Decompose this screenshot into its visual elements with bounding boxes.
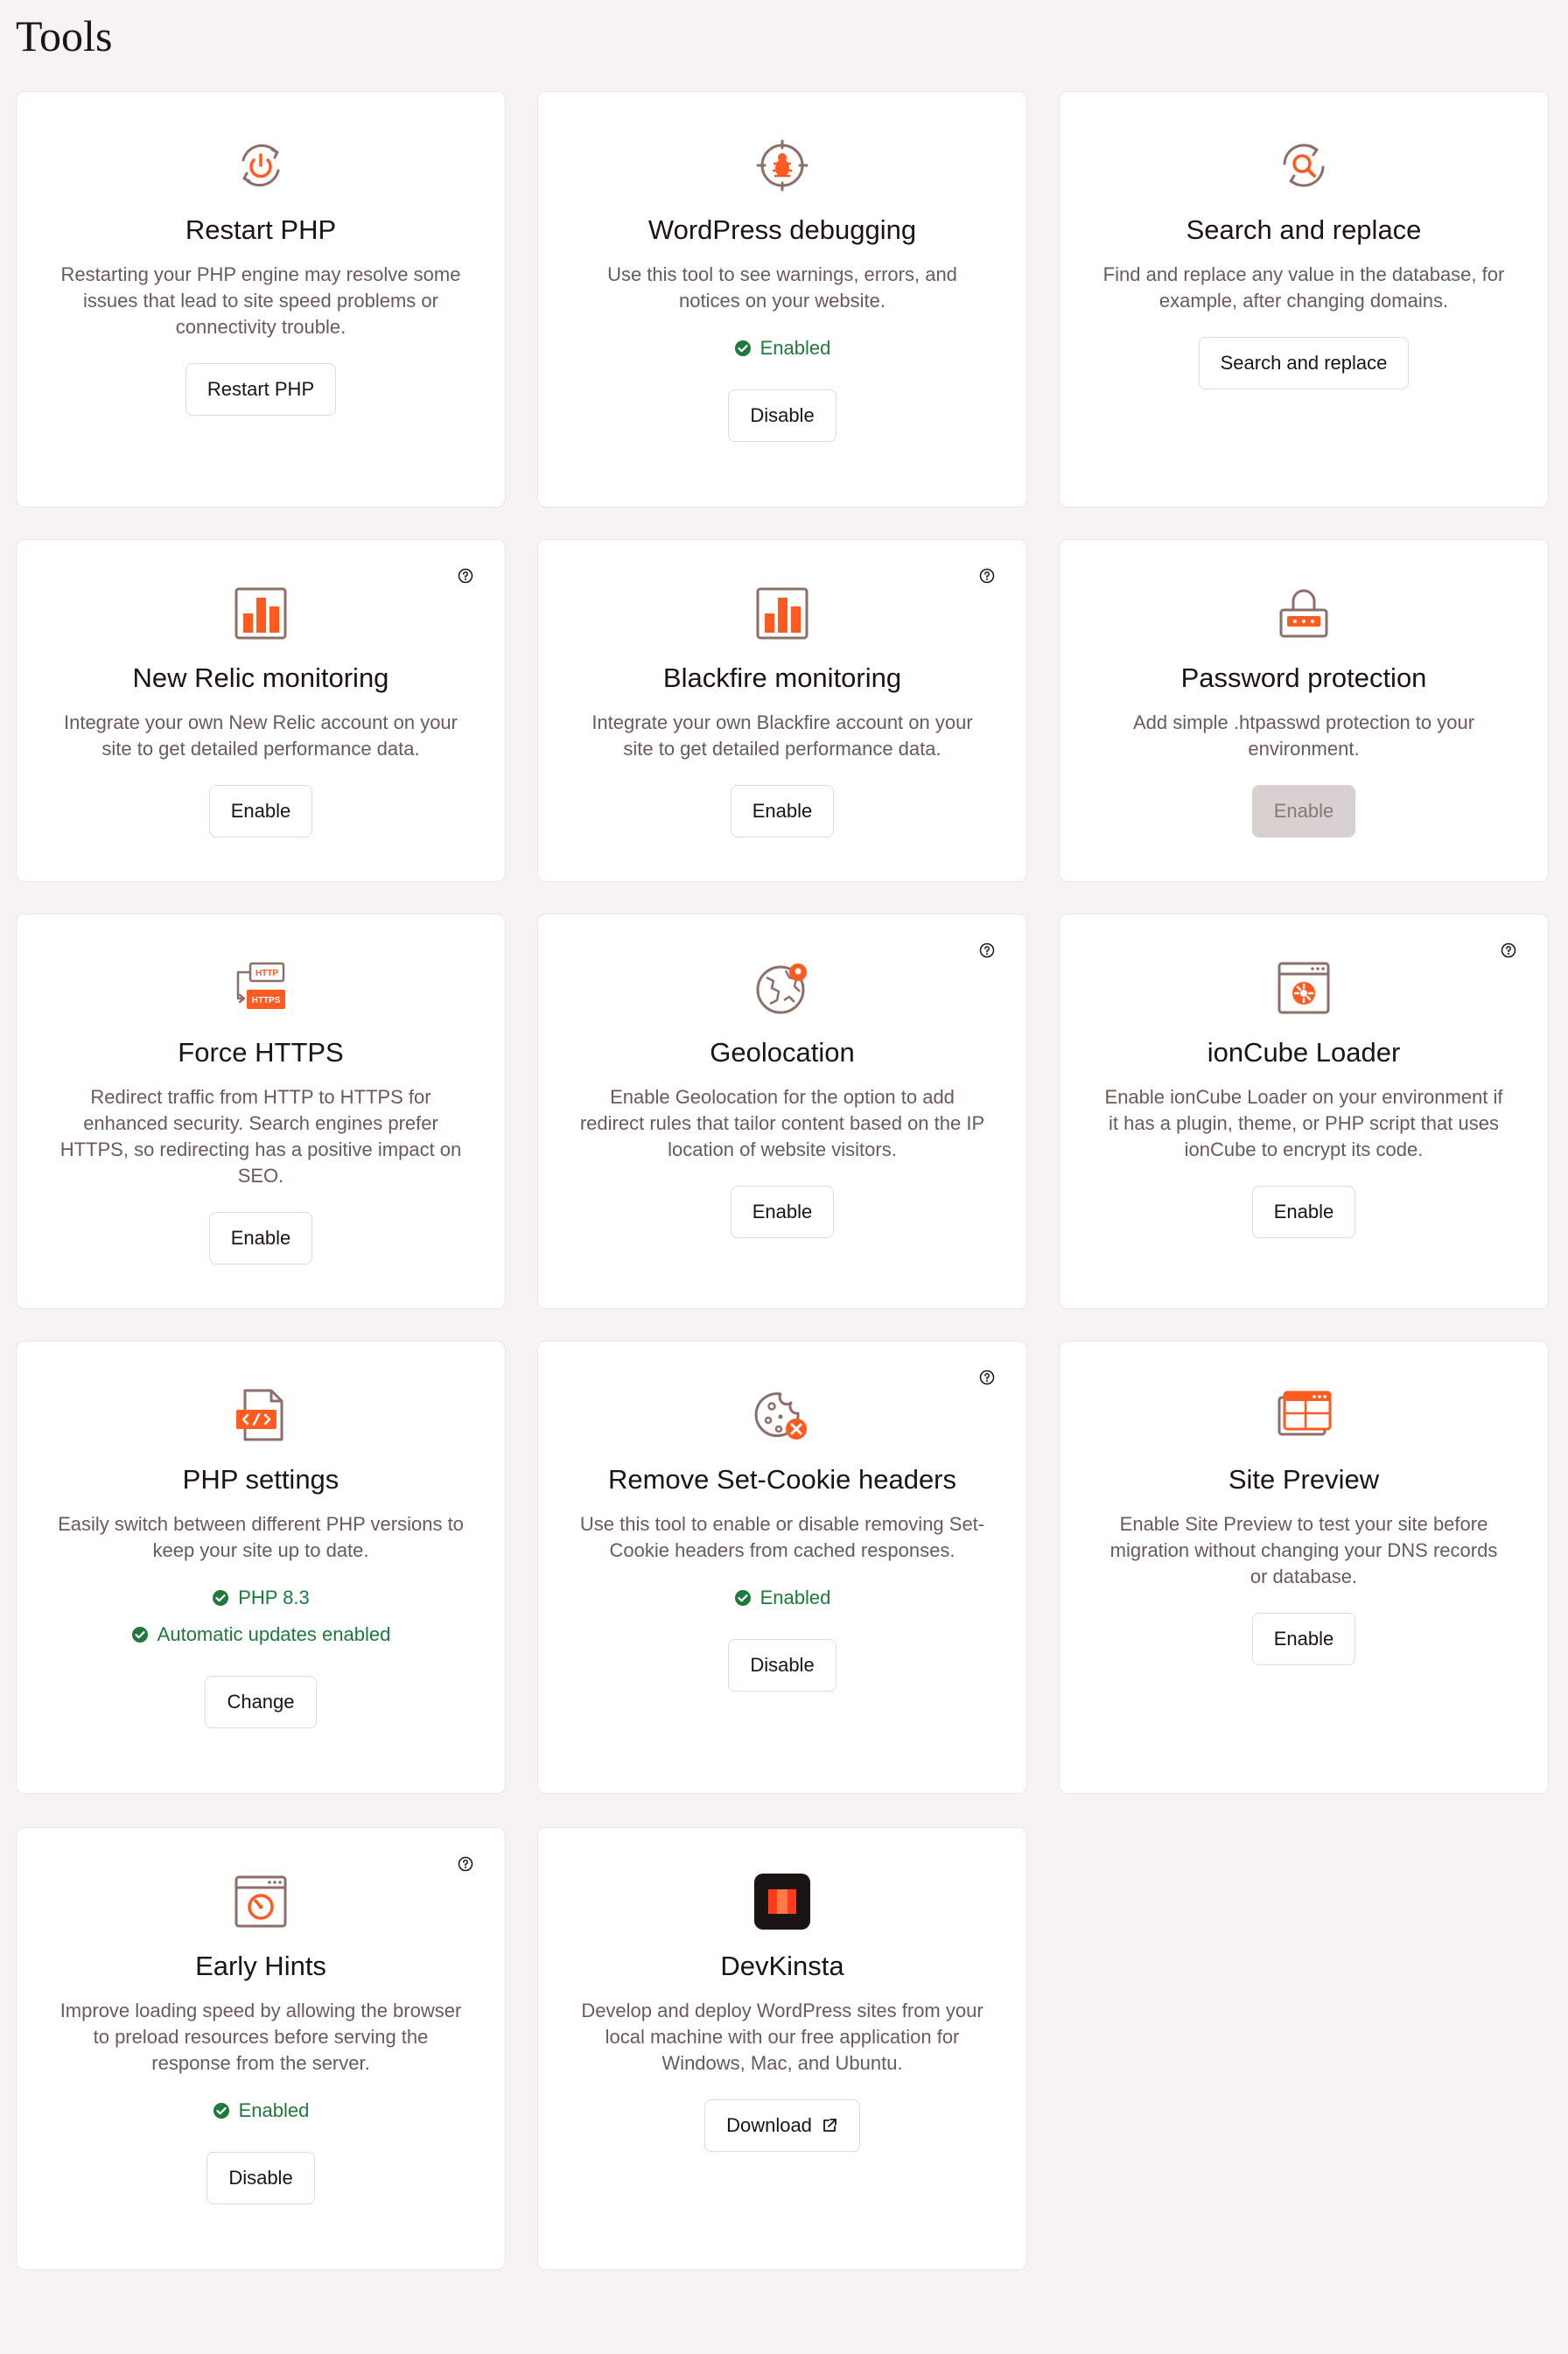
card-title: New Relic monitoring [132,662,389,693]
check-circle-icon [213,1590,229,1606]
card-description: Enable Site Preview to test your site be… [1110,1513,1498,1587]
card-remove-set-cookie-headers: Remove Set-Cookie headers Use this tool … [537,1341,1027,1794]
card-early-hints: Early Hints Improve loading speed by all… [16,1827,506,2270]
card-force-https: HTTP HTTPS Force HTTPS Redirect traffic … [16,914,506,1309]
status-enabled: Enabled [213,2098,310,2124]
code-file-icon [233,1387,289,1443]
card-title: Password protection [1180,662,1427,693]
help-icon[interactable] [1501,942,1516,958]
card-description: Integrate your own Blackfire account on … [592,711,973,760]
enable-site-preview-button[interactable]: Enable [1251,1613,1356,1665]
globe-pin-icon [754,960,810,1016]
status-text: PHP 8.3 [238,1587,310,1608]
status-text: Automatic updates enabled [157,1623,391,1645]
status-enabled: Enabled [734,1585,831,1611]
card-title: Geolocation [710,1037,855,1068]
enable-force-https-button[interactable]: Enable [208,1212,313,1265]
status-text: Enabled [760,1587,831,1608]
bar-chart-icon [233,585,289,641]
page-title: Tools [16,11,113,60]
card-description: Enable ionCube Loader on your environmen… [1104,1086,1503,1160]
browser-gear-icon [1276,960,1332,1016]
card-description: Restarting your PHP engine may resolve s… [60,263,461,338]
status-php-version: PHP 8.3 [212,1585,310,1611]
card-blackfire-monitoring: Blackfire monitoring Integrate your own … [537,539,1027,882]
restart-power-icon [233,137,289,193]
card-title: Force HTTPS [178,1037,344,1068]
card-title: Blackfire monitoring [662,662,902,693]
card-geolocation: Geolocation Enable Geolocation for the o… [537,914,1027,1309]
http-https-icon: HTTP HTTPS [233,960,289,1016]
card-description: Improve loading speed by allowing the br… [60,2000,462,2074]
card-title: Site Preview [1228,1464,1380,1495]
check-circle-icon [213,2103,229,2119]
enable-ioncube-button[interactable]: Enable [1251,1186,1356,1238]
help-icon[interactable] [979,942,995,958]
cookie-remove-icon [754,1387,810,1443]
status-enabled: Enabled [734,335,831,361]
card-title: DevKinsta [720,1951,844,1981]
card-restart-php: Restart PHP Restarting your PHP engine m… [16,91,506,508]
card-devkinsta: DevKinsta Develop and deploy WordPress s… [537,1827,1027,2270]
card-description: Use this tool to see warnings, errors, a… [607,263,957,312]
restart-php-button[interactable]: Restart PHP [185,363,337,416]
check-circle-icon [131,1627,148,1643]
lock-password-icon [1276,585,1332,641]
card-description: Add simple .htpasswd protection to your … [1132,711,1475,760]
disable-set-cookie-button[interactable]: Disable [728,1639,836,1692]
status-text: Enabled [238,2099,310,2121]
browser-speed-icon [233,1874,289,1930]
card-description: Integrate your own New Relic account on … [63,711,458,760]
card-title: Early Hints [195,1951,326,1981]
help-icon[interactable] [458,568,473,584]
card-description: Use this tool to enable or disable remov… [579,1513,985,1561]
enable-blackfire-button[interactable]: Enable [730,785,835,837]
enable-geolocation-button[interactable]: Enable [730,1186,835,1238]
help-icon[interactable] [458,1856,473,1872]
help-icon[interactable] [979,1370,995,1385]
card-title: PHP settings [182,1464,340,1495]
card-title: ionCube Loader [1207,1037,1401,1068]
card-ioncube-loader: ionCube Loader Enable ionCube Loader on … [1059,914,1549,1309]
card-title: Remove Set-Cookie headers [607,1464,957,1495]
card-title: Search and replace [1186,214,1422,245]
enable-password-protection-button: Enable [1251,785,1356,837]
status-automatic-updates: Automatic updates enabled [131,1622,391,1648]
status-text: Enabled [760,337,831,359]
card-description: Develop and deploy WordPress sites from … [581,2000,984,2074]
bug-icon [754,137,810,193]
card-site-preview: Site Preview Enable Site Preview to test… [1059,1341,1549,1794]
card-new-relic-monitoring: New Relic monitoring Integrate your own … [16,539,506,882]
help-icon[interactable] [979,568,995,584]
disable-debugging-button[interactable]: Disable [728,389,836,442]
card-php-settings: PHP settings Easily switch between diffe… [16,1341,506,1794]
card-description: Enable Geolocation for the option to add… [579,1086,985,1160]
check-circle-icon [734,340,751,356]
search-and-replace-button[interactable]: Search and replace [1198,337,1410,389]
enable-new-relic-button[interactable]: Enable [208,785,313,837]
card-description: Redirect traffic from HTTP to HTTPS for … [60,1086,462,1187]
bar-chart-icon [754,585,810,641]
svg-text:HTTP: HTTP [256,969,278,978]
card-search-and-replace: Search and replace Find and replace any … [1059,91,1549,508]
search-replace-icon [1276,137,1332,193]
card-title: WordPress debugging [648,214,917,245]
site-preview-icon [1276,1387,1332,1443]
devkinsta-logo-icon [754,1874,810,1930]
card-description: Find and replace any value in the databa… [1102,263,1505,312]
button-label: Download [726,2114,812,2136]
disable-early-hints-button[interactable]: Disable [206,2152,315,2204]
check-circle-icon [734,1590,751,1606]
card-wordpress-debugging: WordPress debugging Use this tool to see… [537,91,1027,508]
card-title: Restart PHP [185,214,337,245]
card-password-protection: Password protection Add simple .htpasswd… [1059,539,1549,882]
external-link-icon [823,2119,836,2132]
svg-text:HTTPS: HTTPS [252,996,281,1005]
download-devkinsta-button[interactable]: Download [704,2099,860,2152]
card-description: Easily switch between different PHP vers… [58,1513,464,1561]
change-php-settings-button[interactable]: Change [205,1676,317,1728]
